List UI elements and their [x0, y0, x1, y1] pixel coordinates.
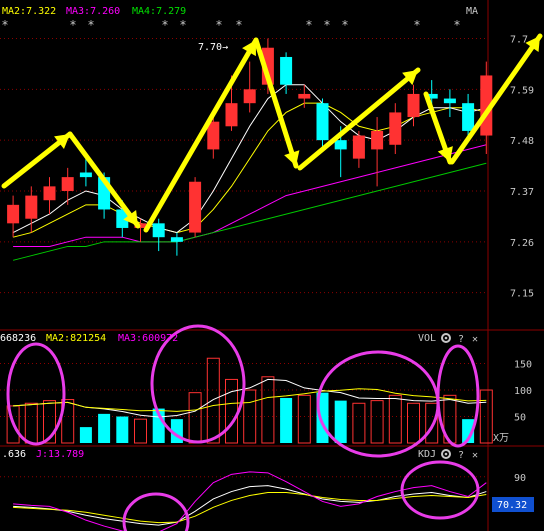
- vol-ma1-label: 668236: [0, 333, 36, 344]
- y-tick-label: 7.48: [510, 136, 534, 147]
- y-tick-label: 50: [514, 413, 526, 424]
- candle-body: [43, 186, 56, 201]
- y-tick-label: 150: [514, 360, 532, 371]
- candle-body: [443, 98, 456, 104]
- candle-body: [79, 172, 92, 178]
- vol-ma-line: [13, 388, 487, 412]
- kdj-j-label: J:13.789: [36, 449, 84, 460]
- y-tick-label: 7.37: [510, 187, 534, 198]
- ma2-label: MA2:7.322: [2, 6, 56, 17]
- volume-bar: [388, 394, 402, 444]
- stock-chart: MA2:7.322 MA3:7.260 MA4:7.279 MA * * * *…: [0, 0, 544, 531]
- ma4-label: MA4:7.279: [132, 6, 186, 17]
- star-marker: *: [342, 18, 348, 32]
- gear-icon[interactable]: [441, 333, 451, 343]
- candle-body: [61, 177, 74, 191]
- volume-bar: [261, 376, 275, 444]
- star-marker: *: [306, 18, 312, 32]
- vol-ma-line: [13, 378, 487, 418]
- star-marker: *: [454, 18, 460, 32]
- y-tick-label: 7.26: [510, 238, 534, 249]
- y-tick-label: 7.15: [510, 289, 534, 300]
- volume-bar: [24, 402, 38, 444]
- volume-bar: [425, 402, 439, 444]
- star-marker: *: [70, 18, 76, 32]
- kdj-panel: 90: [0, 471, 526, 531]
- vol-panel-tag[interactable]: VOL: [418, 333, 436, 344]
- gear-icon[interactable]: [441, 449, 451, 459]
- star-marker: *: [414, 18, 420, 32]
- volume-bar: [407, 402, 420, 444]
- star-marker: *: [236, 18, 242, 32]
- star-marker: *: [324, 18, 330, 32]
- star-marker: *: [88, 18, 94, 32]
- candle-body: [352, 135, 365, 159]
- candle-body: [152, 223, 165, 238]
- candle-body: [280, 56, 293, 85]
- kdj-readout: 70.32: [497, 500, 527, 511]
- candle-body: [225, 103, 238, 127]
- star-marker: *: [162, 18, 168, 32]
- volume-bar: [352, 402, 366, 444]
- volume-bar: [370, 400, 384, 444]
- candle-body: [407, 93, 420, 118]
- high-price-annotation: 7.70→: [198, 42, 228, 53]
- ma3-label: MA3:7.260: [66, 6, 120, 17]
- highlight-circle: [122, 492, 190, 531]
- candle-body: [25, 195, 38, 219]
- ma-line: [12, 102, 487, 238]
- candle-body: [7, 204, 20, 224]
- volume-bar: [479, 389, 493, 444]
- question-icon[interactable]: ?: [458, 334, 464, 345]
- volume-bar: [79, 427, 92, 443]
- vol-ma2-label: MA2:821254: [46, 333, 106, 344]
- candle-body: [189, 181, 202, 233]
- candle-body: [334, 140, 347, 150]
- star-marker: *: [180, 18, 186, 32]
- candle-body: [298, 93, 311, 99]
- y-tick-label: 90: [514, 473, 526, 484]
- volume-bar: [280, 397, 293, 443]
- volume-bar: [116, 416, 129, 443]
- question-icon[interactable]: ?: [458, 450, 464, 461]
- close-icon[interactable]: ✕: [472, 334, 478, 345]
- volume-bar: [297, 394, 311, 444]
- star-marker: *: [216, 18, 222, 32]
- volume-bar: [134, 418, 147, 444]
- volume-bar: [225, 378, 238, 444]
- ma-line: [12, 162, 487, 261]
- kdj-line: [13, 471, 487, 531]
- candle-body: [389, 112, 402, 145]
- highlight-circle: [6, 342, 66, 446]
- kdj-panel-tag[interactable]: KDJ: [418, 449, 436, 460]
- y-tick-label: 100: [514, 386, 532, 397]
- volume-bar: [188, 392, 202, 444]
- kdj-d-label: .636: [2, 449, 26, 460]
- vol-ma3-label: MA3:600972: [118, 333, 178, 344]
- candle-body: [371, 130, 384, 150]
- vol-unit-label: X万: [493, 433, 509, 444]
- price-indicator-tag[interactable]: MA: [466, 6, 478, 17]
- close-icon[interactable]: ✕: [472, 450, 478, 461]
- volume-bar: [243, 389, 257, 444]
- star-markers: * * * * * * * * * * * *: [2, 18, 460, 32]
- y-tick-label: 7.7: [510, 34, 528, 45]
- y-tick-label: 7.59: [510, 85, 534, 96]
- kdj-line: [13, 492, 487, 524]
- volume-bar: [334, 400, 347, 443]
- candle-body: [462, 103, 475, 131]
- candle-body: [170, 237, 183, 242]
- volume-panel: 150 100 50: [0, 357, 532, 444]
- candle-body: [316, 103, 329, 141]
- volume-bar: [98, 413, 111, 443]
- ma-line: [13, 144, 487, 247]
- star-marker: *: [2, 18, 8, 32]
- candle-body: [243, 89, 256, 104]
- volume-bar: [206, 357, 220, 444]
- highlight-circle: [400, 460, 480, 520]
